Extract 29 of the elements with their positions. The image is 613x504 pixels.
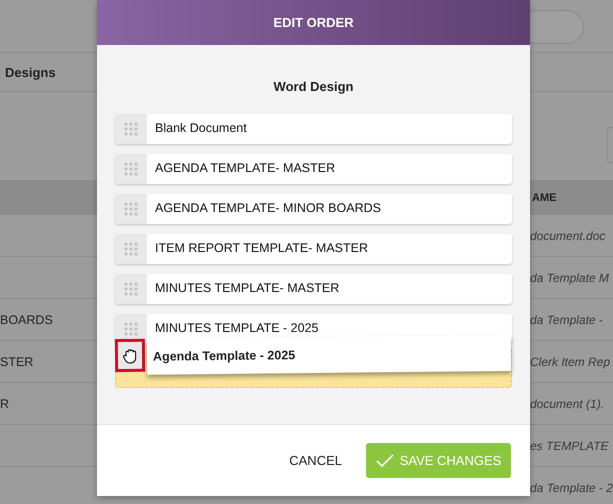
table-cell: da Template - (530, 312, 603, 326)
table-cell: document (1). (530, 396, 604, 410)
table-cell: Clerk Item Rep (530, 354, 610, 368)
list-item[interactable]: AGENDA TEMPLATE- MINOR BOARDS (115, 194, 512, 224)
table-cell: da Template M (530, 270, 609, 284)
table-cell: BOARDS (0, 312, 53, 326)
column-header: AME (532, 192, 556, 204)
drag-handle-icon[interactable] (124, 242, 138, 256)
dragged-item[interactable]: Agenda Template - 2025 (146, 334, 512, 375)
drag-handle-icon[interactable] (124, 282, 138, 296)
table-cell: da Template - 2 (530, 480, 613, 494)
table-cell: STER (0, 354, 34, 368)
tab[interactable]: Designs (5, 64, 56, 80)
list-item[interactable]: AGENDA TEMPLATE- MASTER (115, 154, 512, 184)
list-item[interactable]: Blank Document (115, 114, 512, 144)
cancel-button[interactable]: CANCEL (283, 452, 348, 469)
table-cell: es TEMPLATE (530, 438, 608, 452)
drag-handle-icon[interactable] (124, 122, 138, 136)
list-item[interactable]: ITEM REPORT TEMPLATE- MASTER (115, 234, 512, 264)
table-cell: R (0, 396, 10, 410)
dialog-title: EDIT ORDER (97, 0, 530, 45)
drag-handle-icon[interactable] (124, 202, 138, 216)
list-item[interactable]: MINUTES TEMPLATE- MASTER (115, 274, 512, 304)
hand-cursor-icon (122, 346, 138, 364)
list-heading: Word Design (272, 79, 354, 94)
table-cell: document.doc (530, 228, 606, 242)
drag-handle-icon[interactable] (124, 162, 138, 176)
check-icon (376, 454, 394, 468)
drag-handle-icon[interactable] (124, 322, 138, 336)
